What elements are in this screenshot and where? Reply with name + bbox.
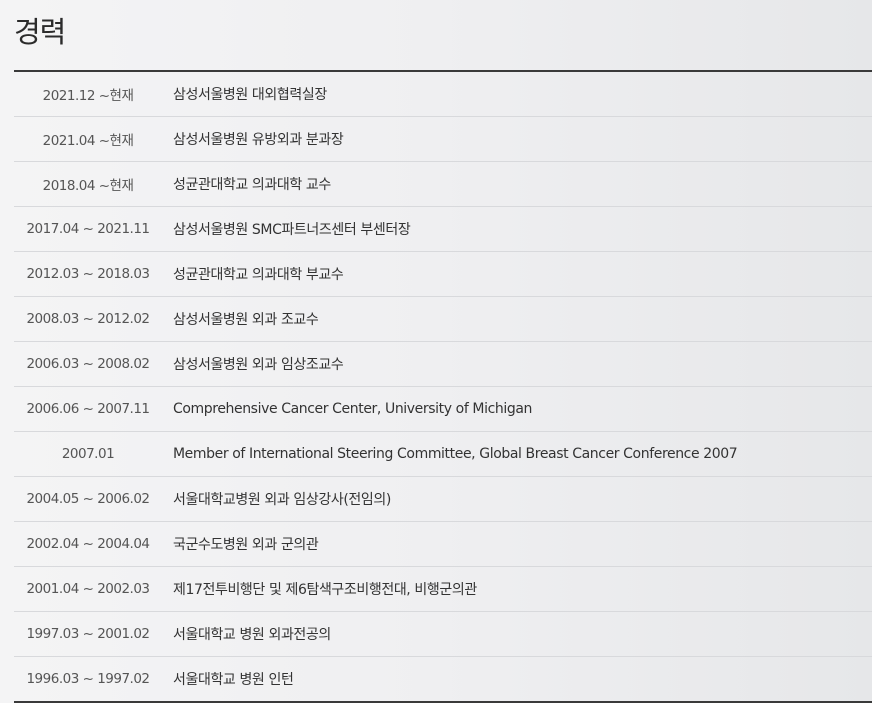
career-period: 2004.05 ~ 2006.02 (26, 491, 150, 507)
career-row: 2001.04 ~ 2002.03 제17전투비행단 및 제6탐색구조비행전대,… (14, 567, 872, 612)
career-period: 2006.03 ~ 2008.02 (26, 356, 150, 372)
career-row: 2018.04 ~현재 성균관대학교 의과대학 교수 (14, 162, 872, 207)
career-description: Member of International Steering Committ… (173, 446, 738, 462)
career-row: 2006.06 ~ 2007.11 Comprehensive Cancer C… (14, 387, 872, 432)
career-period: 2018.04 ~현재 (42, 178, 134, 194)
section-title: 경력 (14, 15, 66, 49)
career-period: 2021.12 ~현재 (42, 88, 134, 104)
career-row: 2002.04 ~ 2004.04 국군수도병원 외과 군의관 (14, 522, 872, 567)
career-row: 1997.03 ~ 2001.02 서울대학교 병원 외과전공의 (14, 612, 872, 657)
career-period: 2006.06 ~ 2007.11 (26, 401, 150, 417)
career-period: 2012.03 ~ 2018.03 (26, 266, 150, 282)
career-row: 2021.04 ~현재 삼성서울병원 유방외과 분과장 (14, 117, 872, 162)
career-description: 삼성서울병원 외과 조교수 (173, 312, 319, 328)
career-row: 1996.03 ~ 1997.02 서울대학교 병원 인턴 (14, 657, 872, 703)
career-row: 2012.03 ~ 2018.03 성균관대학교 의과대학 부교수 (14, 252, 872, 297)
career-description: 서울대학교 병원 인턴 (173, 672, 294, 688)
career-description: 삼성서울병원 유방외과 분과장 (173, 132, 344, 148)
career-row: 2008.03 ~ 2012.02 삼성서울병원 외과 조교수 (14, 297, 872, 342)
career-period: 2021.04 ~현재 (42, 133, 134, 149)
career-period: 2002.04 ~ 2004.04 (26, 536, 150, 552)
career-row: 2004.05 ~ 2006.02 서울대학교병원 외과 임상강사(전임의) (14, 477, 872, 522)
career-period: 2001.04 ~ 2002.03 (26, 581, 150, 597)
career-description: 서울대학교병원 외과 임상강사(전임의) (173, 492, 391, 508)
career-period: 2017.04 ~ 2021.11 (26, 221, 150, 237)
career-row: 2007.01 Member of International Steering… (14, 432, 872, 477)
career-period: 1996.03 ~ 1997.02 (26, 671, 150, 687)
career-description: 삼성서울병원 외과 임상조교수 (173, 357, 344, 373)
career-description: 성균관대학교 의과대학 부교수 (173, 267, 344, 283)
career-description: 삼성서울병원 SMC파트너즈센터 부센터장 (173, 222, 411, 238)
career-period: 1997.03 ~ 2001.02 (26, 626, 150, 642)
career-description: Comprehensive Cancer Center, University … (173, 401, 532, 417)
career-row: 2021.12 ~현재 삼성서울병원 대외협력실장 (14, 72, 872, 117)
career-table: 2021.12 ~현재 삼성서울병원 대외협력실장 2021.04 ~현재 삼성… (14, 70, 872, 703)
career-row: 2017.04 ~ 2021.11 삼성서울병원 SMC파트너즈센터 부센터장 (14, 207, 872, 252)
career-period: 2008.03 ~ 2012.02 (26, 311, 150, 327)
career-description: 서울대학교 병원 외과전공의 (173, 627, 331, 643)
career-description: 국군수도병원 외과 군의관 (173, 537, 319, 553)
career-period: 2007.01 (61, 446, 115, 462)
career-description: 제17전투비행단 및 제6탐색구조비행전대, 비행군의관 (173, 582, 477, 598)
career-description: 성균관대학교 의과대학 교수 (173, 177, 331, 193)
career-description: 삼성서울병원 대외협력실장 (173, 87, 327, 103)
career-row: 2006.03 ~ 2008.02 삼성서울병원 외과 임상조교수 (14, 342, 872, 387)
